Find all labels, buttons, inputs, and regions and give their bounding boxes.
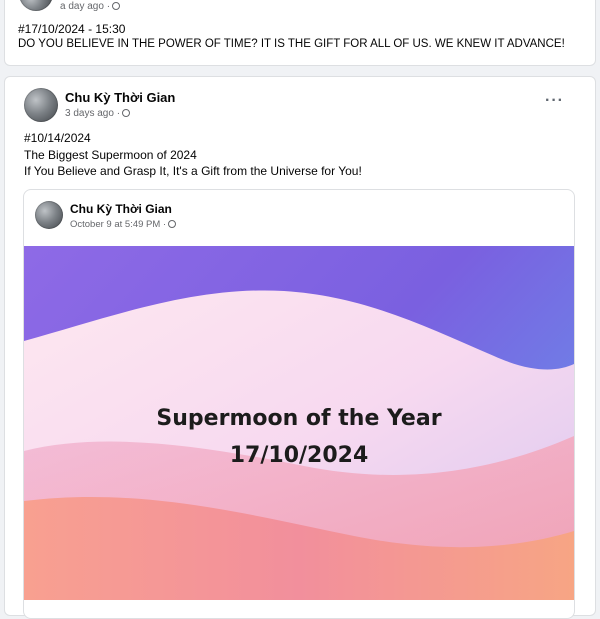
globe-icon (122, 109, 131, 117)
embedded-post-avatar[interactable] (35, 201, 63, 229)
globe-icon (112, 2, 121, 10)
top-post-line-1: #17/10/2024 - 15:30 (18, 22, 126, 36)
shared-post-line-3: If You Believe and Grasp It, It's a Gift… (24, 164, 362, 178)
top-post-line-2: DO YOU BELIEVE IN THE POWER OF TIME? IT … (18, 38, 565, 50)
top-post-timestamp[interactable]: a day ago · (60, 1, 121, 12)
shared-post-author[interactable]: Chu Kỳ Thời Gian (65, 90, 175, 105)
more-options-icon[interactable]: ··· (545, 92, 564, 110)
shared-post-timestamp[interactable]: 3 days ago · (65, 108, 131, 119)
image-title-line-2: 17/10/2024 (229, 443, 369, 468)
image-title-line-1: Supermoon of the Year (156, 406, 442, 431)
supermoon-image[interactable]: Supermoon of the Year 17/10/2024 (24, 246, 574, 600)
globe-icon (168, 220, 177, 228)
shared-post-line-2: The Biggest Supermoon of 2024 (24, 148, 197, 162)
top-post-card: a day ago · #17/10/2024 - 15:30 DO YOU B… (4, 0, 596, 66)
top-post-avatar[interactable] (19, 0, 53, 11)
shared-post-line-1: #10/14/2024 (24, 131, 91, 145)
embedded-post-timestamp[interactable]: October 9 at 5:49 PM · (70, 219, 177, 230)
shared-post-avatar[interactable] (24, 88, 58, 122)
embedded-post-author[interactable]: Chu Kỳ Thời Gian (70, 202, 172, 216)
